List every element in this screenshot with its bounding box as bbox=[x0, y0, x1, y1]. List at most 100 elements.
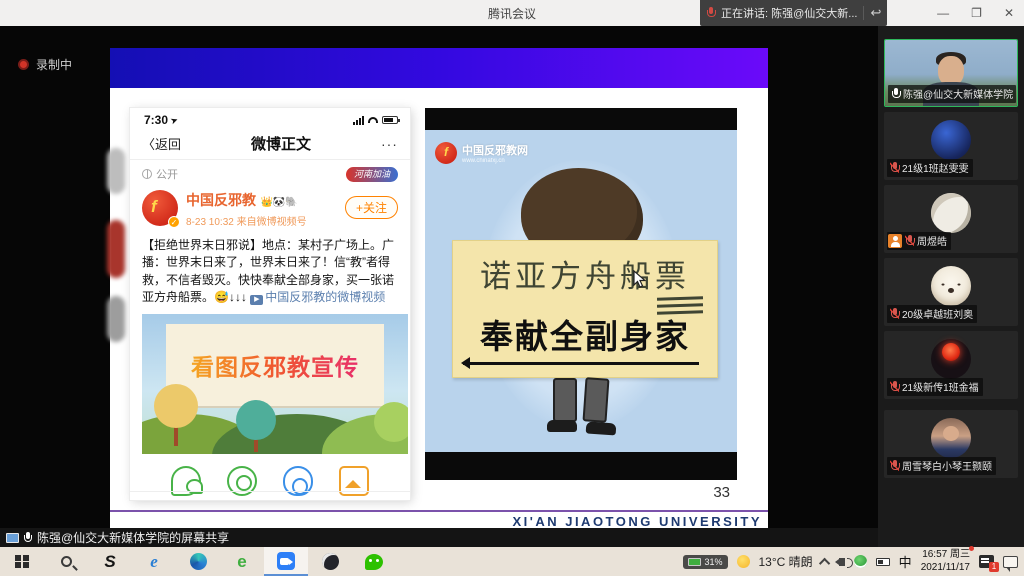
taskbar-360browser[interactable]: e bbox=[220, 547, 264, 576]
maximize-button[interactable]: ❐ bbox=[971, 6, 982, 20]
mic-muted-icon bbox=[890, 162, 899, 174]
slide-header-band bbox=[110, 48, 768, 88]
weather-text[interactable]: 13°C 晴朗 bbox=[759, 553, 813, 570]
sogou-icon: S bbox=[104, 552, 115, 572]
participant-tile[interactable]: 周煜皓 bbox=[884, 185, 1018, 253]
phone-clock: 7:30 ➤ bbox=[144, 113, 178, 127]
taskbar-wechat[interactable] bbox=[352, 547, 396, 576]
recording-indicator: 录制中 bbox=[18, 56, 72, 73]
mic-on-icon bbox=[891, 88, 900, 100]
weibo-video-thumbnail: 看图反邪教宣传 bbox=[142, 314, 408, 454]
window-titlebar: 腾讯会议 正在讲话: 陈强@仙交大新... ↩ — ❐ ✕ bbox=[0, 0, 1024, 26]
weibo-nav-bar: 〈返回 微博正文 ··· bbox=[130, 127, 410, 159]
speaking-toast-text: 正在讲话: 陈强@仙交大新... bbox=[721, 5, 857, 21]
participant-tile[interactable]: 周雪琴白小琴王颢颐 bbox=[884, 410, 1018, 478]
screen-icon bbox=[6, 533, 19, 543]
power-tray-icon[interactable] bbox=[876, 558, 890, 566]
weibo-post-text: 【拒绝世界末日邪说】地点：某村子广场上。广播：世界末日来了，世界末日来了！信“教… bbox=[130, 230, 410, 307]
cartoon-legs bbox=[553, 378, 608, 422]
divider bbox=[130, 491, 410, 492]
visibility-label: 公开 bbox=[142, 166, 178, 182]
tray-expand-chevron-icon[interactable] bbox=[819, 557, 830, 568]
ie-icon: e bbox=[150, 552, 158, 572]
cartoon-sign: 诺亚方舟船票 奉献全副身家 bbox=[452, 240, 718, 378]
record-dot-icon bbox=[18, 59, 29, 70]
toast-divider bbox=[863, 6, 864, 20]
windows-taskbar: S e e 31% 13°C 晴朗 中 16:57 周三 2021/11/17 … bbox=[0, 547, 1024, 576]
participant-tile[interactable]: 20级卓越班刘奥 bbox=[884, 258, 1018, 326]
taskbar-search[interactable] bbox=[44, 547, 88, 576]
action-center-icon[interactable] bbox=[1003, 556, 1018, 568]
slide-page-number: 33 bbox=[713, 484, 730, 501]
shared-screen-stage: 录制中 7:30 ➤ bbox=[0, 26, 878, 528]
participant-tile-chenqiang[interactable]: 陈强@仙交大新媒体学院 bbox=[884, 39, 1018, 107]
taskbar-tencent-meeting[interactable] bbox=[264, 547, 308, 576]
cartoon-image: f 中国反邪教网 www.chinafxj.cn 诺亚方舟船票 奉献全副身家 bbox=[425, 108, 737, 480]
video-link-icon: ▶ bbox=[250, 295, 263, 305]
participant-label: 周煜皓 bbox=[887, 232, 951, 250]
taskbar-edge[interactable] bbox=[176, 547, 220, 576]
phone-status-bar: 7:30 ➤ bbox=[130, 108, 410, 127]
verified-badge-icon: ✓ bbox=[168, 216, 180, 228]
search-icon bbox=[61, 556, 72, 567]
wechat-icon bbox=[365, 554, 383, 570]
browser-360-icon: e bbox=[237, 552, 246, 572]
speaking-toast[interactable]: 正在讲话: 陈强@仙交大新... ↩ bbox=[700, 0, 887, 26]
sign-line1: 诺亚方舟船票 bbox=[453, 251, 717, 296]
back-button: 〈返回 bbox=[142, 134, 181, 153]
close-button[interactable]: ✕ bbox=[1004, 6, 1014, 20]
windows-logo-icon bbox=[15, 555, 29, 569]
tree-green bbox=[374, 402, 408, 442]
video-title: 看图反邪教宣传 bbox=[191, 348, 359, 382]
slide-footer-line bbox=[110, 510, 768, 512]
participant-label: 20级卓越班刘奥 bbox=[887, 305, 977, 323]
slide-edge-decoration bbox=[107, 296, 125, 342]
sign-underline-arrow bbox=[463, 362, 699, 365]
safe-360-tray-icon[interactable] bbox=[854, 555, 867, 568]
avatar bbox=[931, 193, 971, 233]
more-options-icon: ··· bbox=[381, 136, 398, 152]
volume-icon[interactable] bbox=[839, 558, 845, 566]
battery-percent: 31% bbox=[704, 557, 722, 567]
weibo-account-row: f ✓ 中国反邪教 👑🐼🐘 8-23 10:32 来自微博视频号 +关注 bbox=[130, 184, 410, 230]
weibo-page-title: 微博正文 bbox=[251, 133, 311, 154]
minimize-button[interactable]: — bbox=[937, 6, 949, 20]
weibo-avatar: f ✓ bbox=[142, 190, 178, 226]
globe-icon bbox=[142, 169, 152, 179]
watermark-logo: f 中国反邪教网 www.chinafxj.cn bbox=[435, 142, 528, 164]
speaking-mic-icon bbox=[706, 7, 715, 20]
tree-teal bbox=[236, 400, 276, 440]
tencent-meeting-icon bbox=[277, 552, 295, 570]
screen-share-bar: 陈强@仙交大新媒体学院的屏幕共享 bbox=[0, 528, 878, 547]
battery-icon bbox=[382, 116, 398, 124]
ime-indicator[interactable]: 中 bbox=[899, 552, 912, 571]
post-meta: 8-23 10:32 来自微博视频号 bbox=[186, 213, 307, 228]
presentation-slide: 7:30 ➤ 〈返回 微博正文 ··· bbox=[110, 48, 768, 528]
participant-tile[interactable]: 21级新传1班金福 bbox=[884, 331, 1018, 399]
taskbar-ie[interactable]: e bbox=[132, 547, 176, 576]
mic-muted-icon bbox=[905, 235, 914, 247]
notification-badge: 1 bbox=[989, 562, 999, 572]
weibo-screenshot: 7:30 ➤ 〈返回 微博正文 ··· bbox=[130, 108, 410, 500]
taskbar-clock[interactable]: 16:57 周三 2021/11/17 bbox=[921, 549, 970, 574]
share-mic-icon bbox=[24, 532, 32, 544]
notification-tray-icon[interactable]: 1 bbox=[979, 555, 994, 568]
weather-sun-icon[interactable] bbox=[737, 555, 750, 568]
slide-edge-decoration bbox=[107, 220, 125, 278]
participant-tile[interactable]: 21级1班赵雯雯 bbox=[884, 112, 1018, 180]
university-footer: XI'AN JIAOTONG UNIVERSITY bbox=[512, 514, 762, 529]
start-button[interactable] bbox=[0, 547, 44, 576]
recording-label: 录制中 bbox=[36, 56, 72, 73]
obs-icon bbox=[322, 553, 339, 570]
share-bar-text: 陈强@仙交大新媒体学院的屏幕共享 bbox=[37, 529, 229, 546]
wifi-icon bbox=[368, 117, 378, 123]
fxj-logo-icon: f bbox=[435, 142, 457, 164]
battery-widget[interactable]: 31% bbox=[683, 555, 727, 569]
return-arrow-icon[interactable]: ↩ bbox=[870, 5, 881, 21]
taskbar-sogou[interactable]: S bbox=[88, 547, 132, 576]
participants-sidebar: 陈强@仙交大新媒体学院 21级1班赵雯雯 周煜皓 20级卓越班刘奥 bbox=[878, 26, 1024, 547]
taskbar-obs[interactable] bbox=[308, 547, 352, 576]
member-badges-icon: 👑🐼🐘 bbox=[260, 197, 297, 208]
letterbox-bottom bbox=[425, 452, 737, 480]
billboard: 看图反邪教宣传 bbox=[166, 324, 384, 406]
